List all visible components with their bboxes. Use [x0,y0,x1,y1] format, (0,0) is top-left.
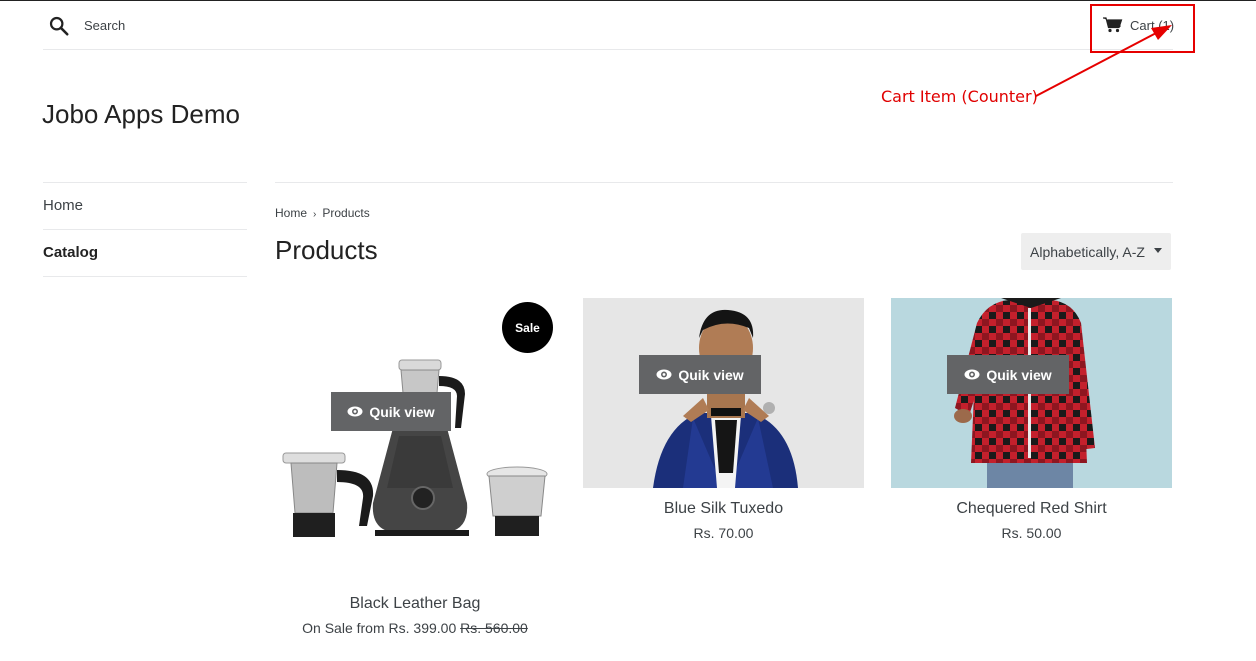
product-price: Rs. 50.00 [1001,525,1062,541]
quick-view-button[interactable]: Quik view [639,355,761,394]
breadcrumb-home[interactable]: Home [275,206,307,220]
price-prefix: On Sale from [302,620,385,636]
compare-price: Rs. 560.00 [460,620,528,636]
sidebar-item-home[interactable]: Home [43,183,247,230]
page-title: Products [275,235,378,265]
product-price: Rs. 70.00 [693,525,754,541]
annotation-label: Cart Item (Counter) [881,87,1038,106]
quick-view-label: Quik view [678,366,744,383]
product-name[interactable]: Chequered Red Shirt [891,500,1172,518]
sort-selected-value: Alphabetically, A-Z [1030,244,1145,260]
breadcrumb: Home › Products [275,206,370,220]
eye-icon [964,369,980,380]
quick-view-button[interactable]: Quik view [331,392,451,431]
chevron-down-icon [1154,248,1162,253]
search-icon[interactable] [48,15,70,37]
shop-title[interactable]: Jobo Apps Demo [42,99,240,130]
sale-price: Rs. 399.00 [388,620,457,636]
sale-badge: Sale [502,302,553,353]
breadcrumb-current: Products [322,206,370,220]
quick-view-label: Quik view [986,366,1052,383]
eye-icon [656,369,672,380]
eye-icon [347,406,363,417]
product-price: On Sale from Rs. 399.00 Rs. 560.00 [275,620,555,636]
content-divider [275,182,1173,183]
sort-select[interactable]: Alphabetically, A-Z [1021,233,1171,270]
breadcrumb-separator: › [313,209,317,220]
search-input[interactable]: Search [84,18,125,33]
site-header: Search Cart (1) [43,1,1174,50]
annotation-highlight-box [1090,4,1195,53]
sidebar-item-catalog[interactable]: Catalog [43,230,247,277]
product-name[interactable]: Black Leather Bag [275,595,555,613]
sidebar-nav: Home Catalog [43,182,247,277]
quick-view-button[interactable]: Quik view [947,355,1069,394]
product-name[interactable]: Blue Silk Tuxedo [583,500,864,518]
quick-view-label: Quik view [369,403,435,420]
